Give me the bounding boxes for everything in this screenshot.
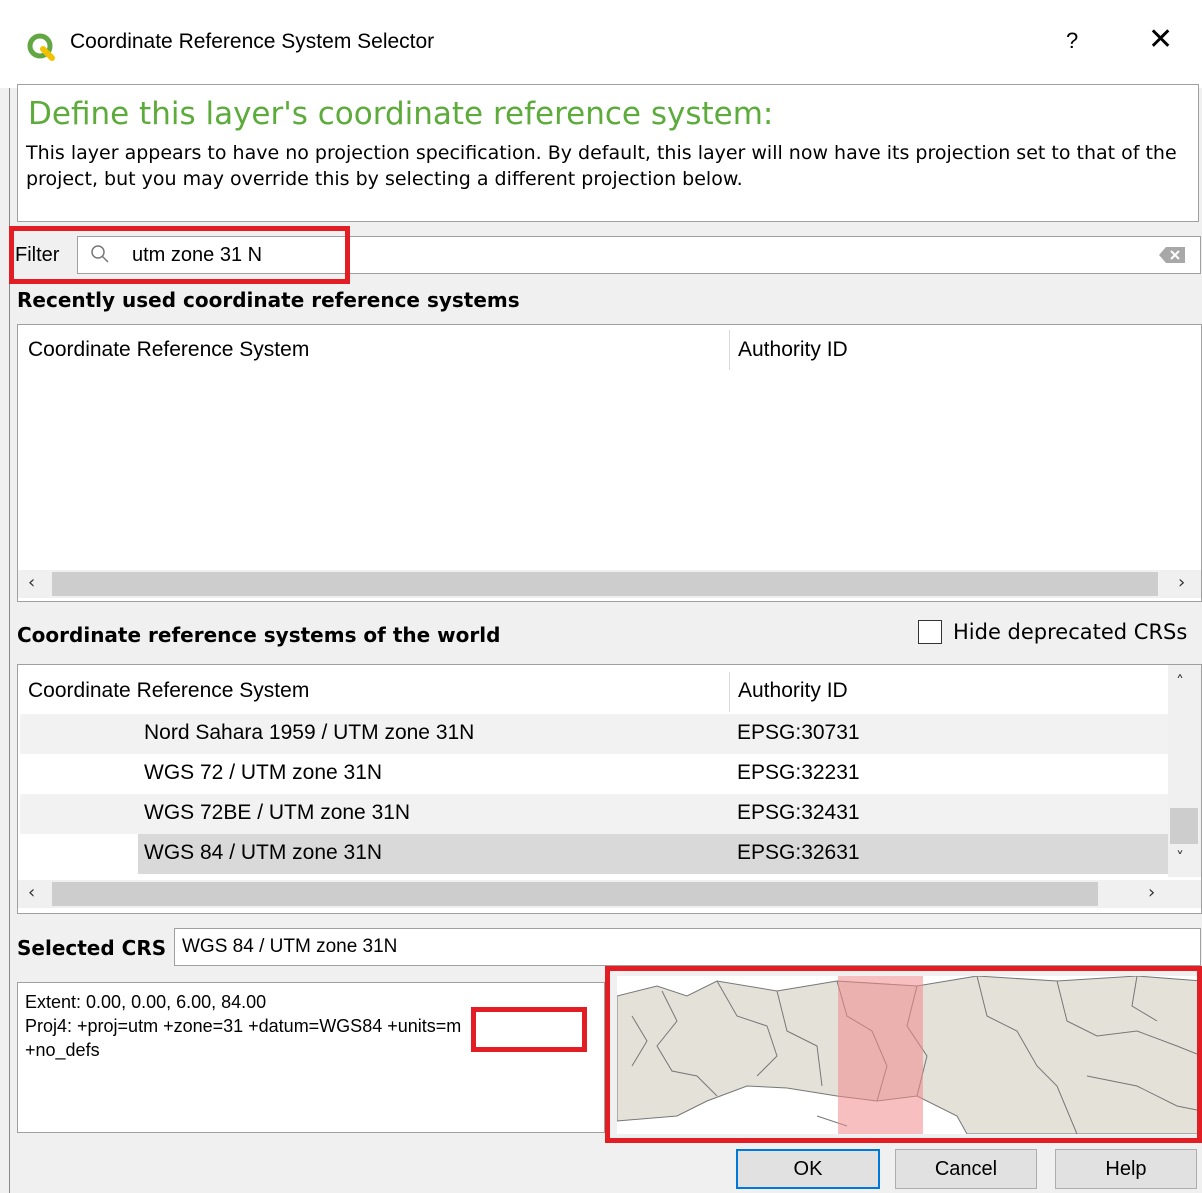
crs-info-text: Extent: 0.00, 0.00, 6.00, 84.00 Proj4: +…: [25, 990, 600, 1062]
crs-authority-id: EPSG:32231: [737, 761, 860, 784]
help-button[interactable]: Help: [1055, 1149, 1197, 1189]
crs-authority-id: EPSG:32631: [737, 841, 860, 864]
crs-authority-id: EPSG:30731: [737, 721, 860, 744]
scroll-left-icon[interactable]: ‹: [28, 882, 35, 903]
table-row[interactable]: WGS 72 / UTM zone 31N EPSG:32231: [20, 754, 1168, 794]
crs-name: WGS 72 / UTM zone 31N: [144, 761, 383, 784]
ok-button[interactable]: OK: [736, 1149, 880, 1189]
hide-deprecated-checkbox[interactable]: [918, 620, 942, 644]
scroll-up-icon[interactable]: ˄: [1176, 672, 1184, 691]
window-title: Coordinate Reference System Selector: [70, 30, 435, 53]
table-row-selected[interactable]: WGS 84 / UTM zone 31N EPSG:32631: [20, 834, 1168, 874]
recent-col-separator: [729, 330, 730, 370]
proj4-suffix: +no_defs: [25, 1040, 100, 1060]
extent-map: [617, 976, 1202, 1134]
world-col-crs[interactable]: Coordinate Reference System: [28, 679, 309, 703]
world-vertical-scrollbar[interactable]: [1168, 665, 1201, 877]
recent-crs-table[interactable]: [17, 324, 1202, 602]
message-title: Define this layer's coordinate reference…: [28, 96, 774, 132]
world-vscroll-thumb[interactable]: [1170, 808, 1198, 844]
scroll-right-icon[interactable]: ›: [1148, 882, 1155, 903]
recent-section-label: Recently used coordinate reference syste…: [17, 288, 520, 312]
recent-col-authority[interactable]: Authority ID: [738, 338, 848, 362]
table-row[interactable]: WGS 72BE / UTM zone 31N EPSG:32431: [20, 794, 1168, 834]
cancel-button[interactable]: Cancel: [895, 1149, 1037, 1189]
extent-text: Extent: 0.00, 0.00, 6.00, 84.00: [25, 992, 267, 1012]
proj4-line: Proj4: +proj=utm +zone=31 +datum=WGS84 +…: [25, 1014, 600, 1038]
scroll-right-icon[interactable]: ›: [1178, 572, 1185, 593]
scroll-left-icon[interactable]: ‹: [28, 572, 35, 593]
crs-name: WGS 84 / UTM zone 31N: [144, 841, 383, 864]
window-left-edge: [0, 88, 10, 1193]
world-hscroll-thumb[interactable]: [52, 882, 1098, 906]
crs-name: Nord Sahara 1959 / UTM zone 31N: [144, 721, 475, 744]
world-section-label: Coordinate reference systems of the worl…: [17, 623, 501, 647]
recent-scroll-thumb[interactable]: [52, 572, 1158, 596]
world-col-authority[interactable]: Authority ID: [738, 679, 848, 703]
world-col-separator: [729, 672, 730, 712]
crs-authority-id: EPSG:32431: [737, 801, 860, 824]
africa-map-icon: [617, 976, 1202, 1134]
filter-label: Filter: [15, 244, 60, 266]
message-body: This layer appears to have no projection…: [26, 142, 1177, 190]
scroll-down-icon[interactable]: ˅: [1176, 848, 1184, 867]
help-icon[interactable]: ?: [1066, 28, 1078, 54]
filter-value: utm zone 31 N: [132, 244, 263, 266]
close-icon[interactable]: ✕: [1148, 22, 1173, 57]
crs-name: WGS 72BE / UTM zone 31N: [144, 801, 411, 824]
proj4-prefix: Proj4: +proj=utm +zone=31 +datum=WGS84: [25, 1016, 388, 1036]
qgis-logo-icon: [27, 33, 55, 61]
hide-deprecated-label[interactable]: Hide deprecated CRSs: [953, 620, 1187, 644]
proj4-units: +units=m: [387, 1016, 462, 1036]
clear-icon[interactable]: [1158, 246, 1186, 264]
selected-crs-value: WGS 84 / UTM zone 31N: [182, 936, 398, 957]
selected-crs-label: Selected CRS: [17, 936, 167, 960]
table-row[interactable]: Nord Sahara 1959 / UTM zone 31N EPSG:307…: [20, 714, 1168, 754]
search-icon: [91, 245, 109, 263]
recent-col-crs[interactable]: Coordinate Reference System: [28, 338, 309, 362]
